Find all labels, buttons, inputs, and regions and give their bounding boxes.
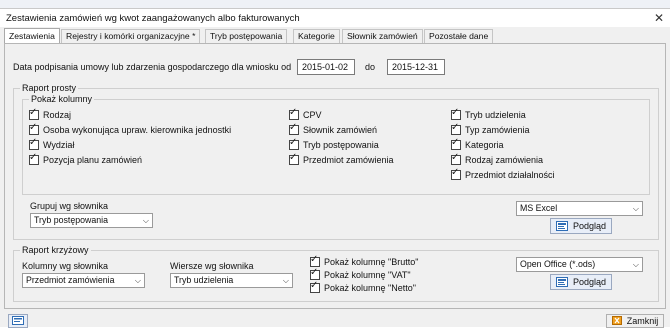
checkbox-label: Rodzaj zamówienia <box>465 155 544 165</box>
chevron-down-icon: ⌵ <box>142 216 149 225</box>
close-button-label: Zamknij <box>626 316 659 326</box>
columns-group: Pokaż kolumny ✓ Rodzaj ✓ Osoba wykonująca … <box>22 94 650 195</box>
tab-tryb-postepowania[interactable]: Tryb postępowania <box>205 29 288 43</box>
cross-columns-select[interactable]: Przedmiot zamówienia ⌵ <box>22 273 145 288</box>
checkbox-label: Typ zamówienia <box>465 125 530 135</box>
checkbox-label: Rodzaj <box>43 110 72 120</box>
date-to-input[interactable]: 2015-12-31 <box>387 59 445 75</box>
tab-zestawienia[interactable]: Zestawienia <box>4 28 60 44</box>
checkbox-label: Słownik zamówień <box>303 125 378 135</box>
checkbox-label: Osoba wykonująca upraw. kierownika jedno… <box>43 125 232 135</box>
checkbox-tryb-postepowania[interactable]: ✓ Tryb postępowania <box>289 137 379 150</box>
checkbox-slownik[interactable]: ✓ Słownik zamówień <box>289 122 378 135</box>
report-window: Zestawienia zamówień wg kwot zaangażowan… <box>0 8 670 328</box>
simple-report-title: Raport prosty <box>20 83 79 93</box>
check-icon: ✓ <box>310 267 319 278</box>
date-to-label: do <box>365 62 376 72</box>
checkbox-wydzial[interactable]: ✓ Wydział <box>29 137 75 150</box>
checkbox-tryb-udzielenia[interactable]: ✓ Tryb udzielenia <box>451 107 526 120</box>
preview-icon <box>555 277 568 287</box>
checkbox-osoba[interactable]: ✓ Osoba wykonująca upraw. kierownika jedn… <box>29 122 232 135</box>
check-icon: ✓ <box>451 152 460 163</box>
cross-rows-label: Wiersze wg słownika <box>170 261 254 271</box>
cross-preview-label: Podgląd <box>572 277 607 287</box>
check-icon: ✓ <box>289 122 298 133</box>
checkbox-cpv[interactable]: ✓ CPV <box>289 107 322 120</box>
check-icon: ✓ <box>310 254 319 265</box>
checkbox-label: Tryb postępowania <box>303 140 379 150</box>
check-icon: ✓ <box>451 122 460 133</box>
checkbox-label: Wydział <box>43 140 75 150</box>
cross-report-title: Raport krzyżowy <box>20 245 91 255</box>
checkbox-label: Pokaż kolumnę "VAT" <box>324 270 411 280</box>
checkbox-brutto[interactable]: ✓ Pokaż kolumnę "Brutto" <box>310 254 419 267</box>
check-icon: ✓ <box>451 107 460 118</box>
check-icon: ✓ <box>451 167 460 178</box>
preview-label: Podgląd <box>572 221 607 231</box>
checkbox-label: Pokaż kolumnę "Brutto" <box>324 257 419 267</box>
check-icon: ✓ <box>29 137 38 148</box>
chevron-down-icon: ⌵ <box>134 276 141 285</box>
cross-format-value: Open Office (*.ods) <box>520 259 596 269</box>
preview-icon <box>555 221 568 231</box>
check-icon: ✓ <box>289 107 298 118</box>
checkbox-rodzaj-zamowienia[interactable]: ✓ Rodzaj zamówienia <box>451 152 544 165</box>
checkbox-pozycja-planu[interactable]: ✓ Pozycja planu zamówień <box>29 152 143 165</box>
cross-rows-select[interactable]: Tryb udzielenia ⌵ <box>170 273 293 288</box>
check-icon: ✓ <box>451 137 460 148</box>
checkbox-label: CPV <box>303 110 322 120</box>
checkbox-label: Pozycja planu zamówień <box>43 155 143 165</box>
check-icon: ✓ <box>29 122 38 133</box>
date-range-label: Data podpisania umowy lub zdarzenia gosp… <box>13 62 292 72</box>
chevron-down-icon: ⌵ <box>282 276 289 285</box>
checkbox-label: Pokaż kolumnę "Netto" <box>324 283 416 293</box>
cross-rows-value: Tryb udzielenia <box>174 275 234 285</box>
check-icon: ✓ <box>289 137 298 148</box>
cross-columns-label: Kolumny wg słownika <box>22 261 109 271</box>
format-value: MS Excel <box>520 203 558 213</box>
columns-title: Pokaż kolumny <box>29 94 95 104</box>
chevron-down-icon: ⌵ <box>632 204 639 213</box>
window-title: Zestawienia zamówień wg kwot zaangażowan… <box>6 13 300 24</box>
close-icon[interactable]: ✕ <box>654 11 664 25</box>
check-icon: ✓ <box>29 152 38 163</box>
cross-format-select[interactable]: Open Office (*.ods) ⌵ <box>516 257 643 272</box>
top-strip <box>0 0 670 8</box>
tab-kategorie[interactable]: Kategorie <box>293 29 340 43</box>
cross-preview-button[interactable]: Podgląd <box>550 274 612 290</box>
checkbox-typ-zamowienia[interactable]: ✓ Typ zamówienia <box>451 122 530 135</box>
group-by-select[interactable]: Tryb postępowania ⌵ <box>30 213 153 228</box>
cross-report-group: Raport krzyżowy Kolumny wg słownika Prze… <box>13 245 659 302</box>
date-from-input[interactable]: 2015-01-02 <box>297 59 355 75</box>
cross-columns-value: Przedmiot zamówienia <box>26 275 115 285</box>
group-by-label: Grupuj wg słownika <box>30 201 109 211</box>
checkbox-label: Przedmiot działalności <box>465 170 555 180</box>
tab-pozostale-dane[interactable]: Pozostałe dane <box>424 29 494 43</box>
checkbox-label: Tryb udzielenia <box>465 110 526 120</box>
exit-icon <box>611 316 622 326</box>
tab-rejestry[interactable]: Rejestry i komórki organizacyjne * <box>61 29 201 43</box>
group-by-value: Tryb postępowania <box>34 215 109 225</box>
format-select[interactable]: MS Excel ⌵ <box>516 201 643 216</box>
checkbox-przedmiot-zamowienia[interactable]: ✓ Przedmiot zamówienia <box>289 152 394 165</box>
check-icon: ✓ <box>29 107 38 118</box>
chevron-down-icon: ⌵ <box>632 260 639 269</box>
checkbox-kategoria[interactable]: ✓ Kategoria <box>451 137 504 150</box>
checkbox-vat[interactable]: ✓ Pokaż kolumnę "VAT" <box>310 267 411 280</box>
check-icon: ✓ <box>289 152 298 163</box>
checkbox-przedmiot-dzialalnosci[interactable]: ✓ Przedmiot działalności <box>451 167 555 180</box>
zestawienia-panel: Data podpisania umowy lub zdarzenia gosp… <box>4 43 666 309</box>
title-bar: Zestawienia zamówień wg kwot zaangażowan… <box>0 9 670 27</box>
checkbox-rodzaj[interactable]: ✓ Rodzaj <box>29 107 72 120</box>
tab-slownik-zamowien[interactable]: Słownik zamówień <box>342 29 423 43</box>
checkbox-label: Kategoria <box>465 140 504 150</box>
check-icon: ✓ <box>310 280 319 291</box>
report-icon <box>12 315 24 327</box>
simple-report-group: Raport prosty Pokaż kolumny ✓ Rodzaj ✓ Oso… <box>13 83 659 240</box>
footer-bar: Zamknij <box>0 314 670 328</box>
preview-button[interactable]: Podgląd <box>550 218 612 234</box>
checkbox-netto[interactable]: ✓ Pokaż kolumnę "Netto" <box>310 280 416 293</box>
checkbox-label: Przedmiot zamówienia <box>303 155 394 165</box>
